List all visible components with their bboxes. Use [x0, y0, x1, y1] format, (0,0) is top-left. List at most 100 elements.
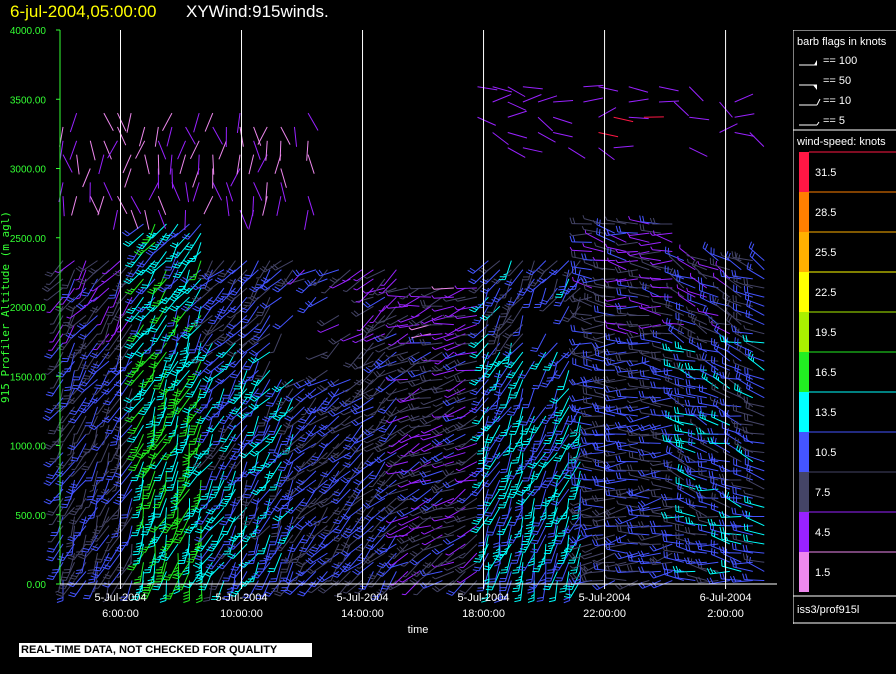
- wind-barb-feather: [568, 537, 574, 543]
- wind-barb-feather: [431, 414, 435, 418]
- wind-barb-feather: [431, 549, 438, 555]
- wind-barb-feather: [331, 277, 338, 282]
- wind-barb-feather: [69, 592, 77, 595]
- wind-barb-feather: [485, 365, 492, 368]
- wind-barb: [399, 304, 420, 307]
- wind-barb: [433, 415, 454, 418]
- wind-barb-feather: [447, 584, 452, 586]
- wind-barb-feather: [162, 578, 170, 581]
- wind-barb-feather: [70, 459, 77, 462]
- wind-barb-feather: [255, 328, 262, 331]
- wind-barb-feather: [310, 502, 314, 505]
- wind-barb-feather: [216, 340, 223, 345]
- wind-barb-feather: [44, 273, 51, 277]
- wind-barb-feather: [442, 470, 447, 476]
- wind-barb-feather: [84, 594, 91, 597]
- wind-barb-feather: [164, 438, 171, 441]
- wind-barb-feather: [454, 306, 458, 311]
- wind-barb: [47, 360, 64, 375]
- wind-barb-feather: [64, 386, 72, 389]
- wind-barb-feather: [167, 334, 175, 337]
- wind-barb-feather: [547, 535, 554, 538]
- wind-barb-feather: [278, 386, 283, 389]
- wind-barb-feather: [305, 569, 312, 574]
- wind-barb-feather: [203, 362, 210, 367]
- wind-barb-feather: [121, 541, 129, 544]
- wind-barb-feather: [340, 423, 345, 426]
- wind-barb-feather: [432, 587, 438, 593]
- wind-barb-feather: [186, 392, 194, 395]
- wind-barb-feather: [583, 285, 586, 290]
- wind-barb-feather: [106, 475, 114, 478]
- wind-barb-feather: [145, 269, 152, 275]
- wind-barb: [422, 324, 443, 326]
- wind-barb-feather: [286, 589, 293, 593]
- wind-barb-feather: [95, 558, 103, 561]
- wind-barb-feather: [442, 353, 447, 359]
- wind-barb-feather: [88, 514, 95, 517]
- wind-barb-feather: [433, 455, 440, 461]
- wind-barb-feather: [266, 392, 274, 395]
- wind-barb-feather: [582, 350, 585, 357]
- wind-barb-feather: [202, 369, 209, 375]
- wind-barb-feather: [52, 407, 59, 410]
- wind-barb-feather: [68, 594, 75, 598]
- wind-barb-feather: [448, 590, 455, 594]
- wind-barb-feather: [209, 478, 216, 481]
- wind-barb-feather: [570, 260, 573, 268]
- wind-barb-feather: [500, 468, 508, 471]
- wind-barb-feather: [168, 353, 175, 356]
- wind-barb-feather: [152, 232, 157, 235]
- wind-barb-feather: [244, 365, 251, 368]
- wind-barb-feather: [169, 307, 176, 312]
- wind-barb-feather: [228, 323, 235, 328]
- wind-barb: [499, 424, 512, 442]
- wind-barb-feather: [305, 357, 310, 360]
- wind-barb: [193, 415, 202, 435]
- wind-barb-feather: [559, 590, 566, 593]
- wind-barb-feather: [298, 439, 305, 443]
- wind-barb-feather: [351, 311, 357, 317]
- wind-barb-feather: [571, 514, 579, 517]
- wind-barb-feather: [431, 319, 435, 324]
- wind-barb-feather: [130, 406, 134, 409]
- wind-barb: [402, 287, 420, 300]
- wind-barb-feather: [231, 450, 239, 453]
- wind-barb-feather: [237, 532, 244, 535]
- wind-barb-feather: [132, 562, 140, 565]
- wind-barb-feather: [271, 587, 278, 590]
- wind-barb-feather: [530, 364, 538, 368]
- wind-barb-feather: [583, 437, 587, 444]
- wind-barb-feather: [69, 486, 76, 489]
- wind-barb-feather: [194, 305, 201, 310]
- wind-barb-feather: [506, 280, 513, 284]
- wind-barb-feather: [146, 377, 153, 380]
- wind-barb-feather: [67, 355, 74, 359]
- wind-barb-feather: [554, 319, 561, 322]
- wind-barb: [583, 324, 604, 331]
- wind-barb-feather: [114, 447, 119, 450]
- wind-barb-feather: [554, 542, 561, 545]
- wind-barb-feather: [81, 404, 89, 407]
- wind-barb-feather: [72, 384, 80, 387]
- wind-barb-feather: [554, 457, 562, 460]
- wind-barb-feather: [569, 246, 573, 251]
- wind-barb-feather: [495, 409, 503, 413]
- wind-barb-feather: [514, 508, 522, 512]
- wind-barb-feather: [179, 334, 187, 337]
- wind-barb-feather: [351, 494, 357, 500]
- wind-barb-feather: [525, 459, 532, 462]
- wind-barb-feather: [316, 321, 323, 327]
- wind-barb-feather: [157, 288, 164, 293]
- wind-barb-feather: [99, 425, 104, 428]
- wind-barb-feather: [530, 551, 537, 554]
- wind-barb-feather: [374, 495, 380, 501]
- wind-barb-feather: [431, 372, 435, 376]
- wind-barb-feather: [340, 552, 347, 557]
- wind-barb-feather: [244, 274, 251, 277]
- wind-barb-feather: [167, 386, 175, 388]
- wind-barb-feather: [44, 410, 51, 414]
- wind-barb-feather: [531, 447, 538, 450]
- wind-barb-feather: [593, 388, 597, 393]
- wind-barb: [410, 287, 431, 290]
